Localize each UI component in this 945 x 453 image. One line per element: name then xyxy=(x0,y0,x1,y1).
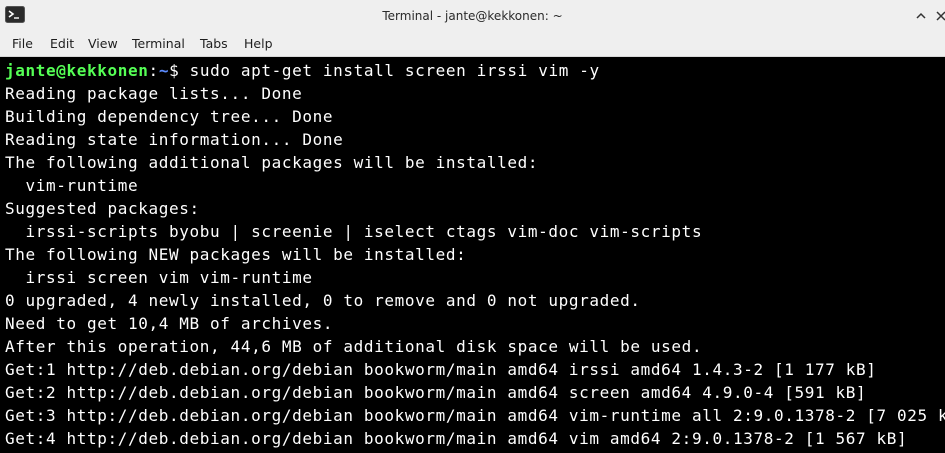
prompt-command: sudo apt-get install screen irssi vim -y xyxy=(189,61,600,80)
terminal-window: Terminal - jante@kekkonen: ~ File Edit V… xyxy=(0,0,945,453)
output-line: 0 upgraded, 4 newly installed, 0 to remo… xyxy=(5,291,641,310)
menu-file[interactable]: File xyxy=(12,36,33,52)
window-title: Terminal - jante@kekkonen: ~ xyxy=(382,9,563,23)
output-line: Get:4 http://deb.debian.org/debian bookw… xyxy=(5,429,908,448)
output-line: Reading package lists... Done xyxy=(5,84,303,103)
prompt-line: jante@kekkonen:~$ sudo apt-get install s… xyxy=(5,59,600,82)
output-line: Building dependency tree... Done xyxy=(5,107,334,126)
chevron-up-icon[interactable] xyxy=(911,6,931,26)
output-line: Get:3 http://deb.debian.org/debian bookw… xyxy=(5,406,945,425)
output-line: Get:1 http://deb.debian.org/debian bookw… xyxy=(5,360,877,379)
output-line: Reading state information... Done xyxy=(5,130,344,149)
menu-tabs[interactable]: Tabs xyxy=(200,36,228,52)
output-line: irssi-scripts byobu | screenie | iselect… xyxy=(5,222,703,241)
menu-edit[interactable]: Edit xyxy=(50,36,74,52)
menu-bar: File Edit View Terminal Tabs Help xyxy=(0,32,945,57)
output-line: irssi screen vim vim-runtime xyxy=(5,268,313,287)
output-line: Need to get 10,4 MB of archives. xyxy=(5,314,334,333)
title-bar[interactable]: Terminal - jante@kekkonen: ~ xyxy=(0,0,945,32)
terminal-output-area[interactable]: jante@kekkonen:~$ sudo apt-get install s… xyxy=(0,57,945,453)
output-line: Suggested packages: xyxy=(5,199,200,218)
output-line: After this operation, 44,6 MB of additio… xyxy=(5,337,703,356)
menu-view[interactable]: View xyxy=(88,36,118,52)
output-line: Get:2 http://deb.debian.org/debian bookw… xyxy=(5,383,867,402)
output-line: vim-runtime xyxy=(5,176,139,195)
prompt-symbol: $ xyxy=(169,61,190,80)
prompt-user-host: jante@kekkonen xyxy=(5,61,149,80)
menu-terminal[interactable]: Terminal xyxy=(132,36,185,52)
prompt-colon: : xyxy=(148,61,159,80)
prompt-path: ~ xyxy=(158,61,170,80)
close-icon[interactable] xyxy=(931,6,945,26)
output-line: The following additional packages will b… xyxy=(5,153,539,172)
menu-help[interactable]: Help xyxy=(244,36,273,52)
output-line: The following NEW packages will be insta… xyxy=(5,245,467,264)
